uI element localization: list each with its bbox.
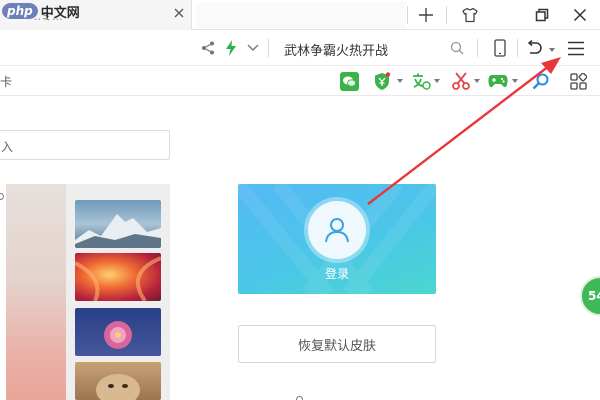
restore-window-button[interactable] xyxy=(522,0,562,30)
skin-thumbnail-canyon[interactable] xyxy=(75,253,161,301)
wechat-icon[interactable] xyxy=(339,71,359,91)
magnifier-icon[interactable] xyxy=(531,71,551,91)
user-icon xyxy=(325,218,349,243)
tab-inactive[interactable] xyxy=(196,2,406,28)
plus-icon xyxy=(419,8,433,22)
divider xyxy=(446,6,447,24)
skin-button[interactable] xyxy=(450,0,490,30)
float-badge[interactable]: 54 xyxy=(580,276,600,316)
login-card[interactable]: 登录 xyxy=(238,184,436,294)
address-bar: 武林争霸火热开战 xyxy=(0,30,600,66)
scissors-icon[interactable] xyxy=(451,71,471,91)
ext-left-text: 卡 xyxy=(0,75,13,89)
undo-icon[interactable] xyxy=(525,39,543,57)
menu-icon[interactable] xyxy=(567,39,585,57)
watermark-cn: 中文网 xyxy=(40,5,80,21)
frame-handle xyxy=(296,396,303,400)
gamepad-icon[interactable] xyxy=(488,71,508,91)
shield-dropdown-caret[interactable] xyxy=(397,79,403,83)
skin-search-text: 入 xyxy=(1,140,14,154)
divider xyxy=(268,39,269,57)
watermark-php: php xyxy=(2,3,38,19)
divider xyxy=(477,39,478,57)
close-window-button[interactable] xyxy=(560,0,600,30)
avatar[interactable] xyxy=(308,201,366,259)
close-icon xyxy=(573,8,587,22)
translate-dropdown-caret[interactable] xyxy=(434,79,440,83)
skin-preview xyxy=(6,184,66,400)
skin-thumbnail-mountain[interactable] xyxy=(75,200,161,248)
mobile-icon[interactable] xyxy=(491,39,509,57)
restore-default-skin-button[interactable]: 恢复默认皮肤 xyxy=(238,325,436,363)
tab-close-icon[interactable] xyxy=(170,4,188,22)
gamepad-dropdown-caret[interactable] xyxy=(512,79,518,83)
new-tab-button[interactable] xyxy=(406,0,446,30)
skin-thumbnail-flower[interactable] xyxy=(75,308,161,356)
skin-settings-panel: 入 登录 恢复默认皮肤 54 xyxy=(0,96,600,400)
title-bar: ..ミ... php 中文网 xyxy=(0,0,600,30)
search-icon[interactable] xyxy=(448,39,466,57)
skin-search-input[interactable]: 入 xyxy=(0,130,170,160)
watermark-logo: php 中文网 xyxy=(2,0,80,22)
chevron-down-icon[interactable] xyxy=(244,39,262,57)
apps-grid-icon[interactable] xyxy=(568,71,588,91)
address-input[interactable]: 武林争霸火热开战 xyxy=(284,40,388,59)
scissors-dropdown-caret[interactable] xyxy=(474,79,480,83)
shield-icon[interactable] xyxy=(372,71,392,91)
extension-bar: 卡 xyxy=(0,66,600,96)
login-label[interactable]: 登录 xyxy=(238,265,436,282)
translate-icon[interactable] xyxy=(411,71,431,91)
lightning-icon[interactable] xyxy=(222,39,240,57)
undo-dropdown-caret[interactable] xyxy=(549,48,555,52)
skin-icon xyxy=(462,7,478,23)
share-icon[interactable] xyxy=(199,39,217,57)
restore-icon xyxy=(535,8,549,22)
divider xyxy=(517,39,518,57)
skin-thumbnail-dog[interactable] xyxy=(75,362,161,400)
